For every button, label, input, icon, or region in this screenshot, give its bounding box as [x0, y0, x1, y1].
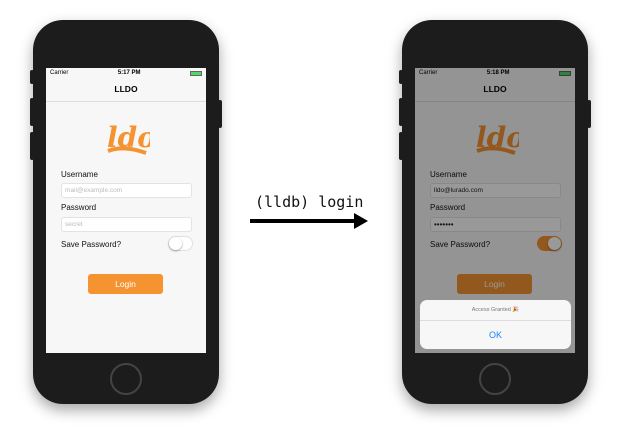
password-label: Password	[61, 203, 97, 212]
arrow-line	[250, 219, 356, 223]
alert-dialog: Access Granted 🎉 OK	[420, 300, 571, 349]
lldb-command: (lldb) login	[255, 193, 364, 211]
save-password-toggle[interactable]	[168, 236, 193, 251]
lldo-logo: ldo	[107, 121, 150, 155]
home-button[interactable]	[110, 363, 142, 395]
screen: Carrier 5:18 PM LLDO ldo Username lldo@l…	[415, 68, 575, 353]
username-label: Username	[61, 170, 98, 179]
power-button	[587, 100, 591, 128]
carrier: Carrier	[50, 70, 69, 76]
mute-switch	[30, 70, 34, 84]
volume-down-button	[30, 132, 34, 160]
battery-icon	[190, 70, 202, 76]
screen: Carrier 5:17 PM LLDO ldo Username mail@e…	[46, 68, 206, 353]
mute-switch	[399, 70, 403, 84]
volume-up-button	[399, 98, 403, 126]
nav-title: LLDO	[46, 78, 206, 102]
home-button[interactable]	[479, 363, 511, 395]
arrow-head-icon	[354, 213, 368, 229]
phone-before: Carrier 5:17 PM LLDO ldo Username mail@e…	[30, 20, 222, 404]
save-password-label: Save Password?	[61, 240, 122, 249]
password-input[interactable]: secret	[61, 217, 192, 232]
volume-up-button	[30, 98, 34, 126]
phone-after: Carrier 5:18 PM LLDO ldo Username lldo@l…	[399, 20, 591, 404]
clock: 5:17 PM	[117, 70, 141, 76]
login-button[interactable]: Login	[88, 274, 163, 294]
alert-ok-button[interactable]: OK	[420, 321, 571, 349]
volume-down-button	[399, 132, 403, 160]
username-input[interactable]: mail@example.com	[61, 183, 192, 198]
status-bar: Carrier 5:17 PM	[46, 68, 206, 78]
toggle-knob	[169, 237, 182, 250]
power-button	[218, 100, 222, 128]
alert-message: Access Granted 🎉	[420, 300, 571, 321]
